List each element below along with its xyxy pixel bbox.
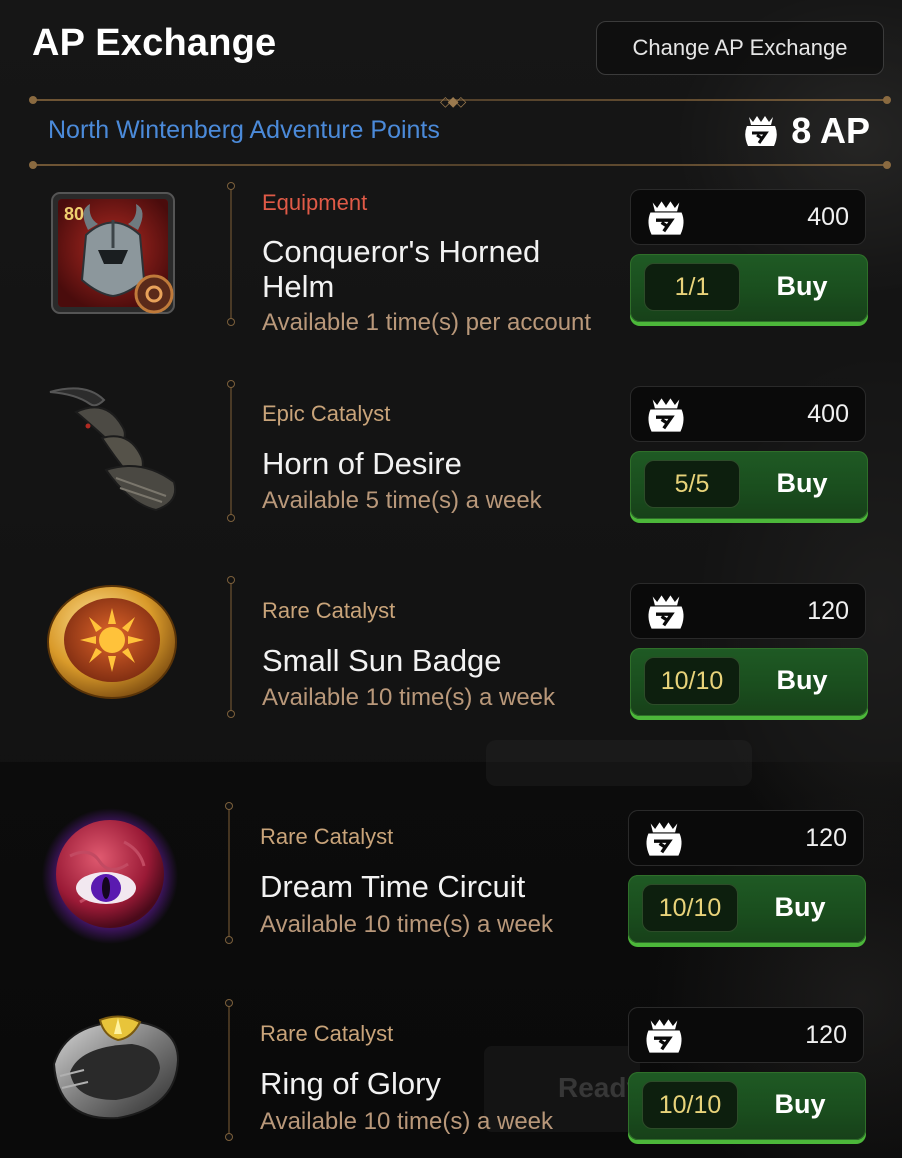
item-name: Ring of Glory bbox=[260, 1066, 441, 1101]
sun-badge-icon bbox=[44, 584, 177, 714]
item-availability: Available 10 time(s) a week bbox=[260, 911, 554, 938]
eye-orb-icon bbox=[40, 806, 178, 944]
ap-balance: 8 AP bbox=[741, 110, 870, 152]
item-price-value: 120 bbox=[805, 1021, 847, 1049]
buy-label: Buy bbox=[776, 468, 828, 498]
ap-pouch-icon bbox=[648, 595, 684, 629]
item-availability: Available 10 time(s) a week bbox=[260, 1108, 554, 1135]
background-panel bbox=[486, 740, 752, 786]
purchase-limit-counter: 1/1 bbox=[644, 263, 740, 311]
item-category: Epic Catalyst bbox=[262, 401, 391, 426]
divider-ornament: ◇◆◇ bbox=[440, 93, 466, 109]
item-category: Rare Catalyst bbox=[260, 1021, 394, 1046]
item-price: 120 bbox=[628, 1007, 864, 1063]
item-availability: Available 5 time(s) a week bbox=[262, 487, 542, 514]
buy-button[interactable]: 10/10 Buy bbox=[628, 1072, 866, 1140]
section-divider bbox=[29, 161, 891, 169]
purchase-limit-counter: 5/5 bbox=[644, 460, 740, 508]
item-name: Conqueror's Horned Helm bbox=[262, 234, 541, 304]
change-ap-exchange-button[interactable]: Change AP Exchange bbox=[596, 21, 884, 75]
item-price: 400 bbox=[630, 189, 866, 245]
item-separator bbox=[227, 576, 235, 718]
item-name: Dream Time Circuit bbox=[260, 869, 526, 904]
purchase-limit-counter: 10/10 bbox=[642, 1081, 738, 1129]
buy-button[interactable]: 1/1 Buy bbox=[630, 254, 868, 322]
purchase-limit-counter: 10/10 bbox=[644, 657, 740, 705]
item-price-value: 400 bbox=[807, 203, 849, 231]
buy-label: Buy bbox=[774, 1089, 826, 1119]
buy-label: Buy bbox=[776, 271, 828, 301]
item-separator bbox=[225, 802, 233, 944]
ap-pouch-icon bbox=[648, 398, 684, 432]
horned-helm-icon: 80 bbox=[48, 190, 178, 320]
item-availability: Available 10 time(s) a week bbox=[262, 684, 556, 711]
buy-button[interactable]: 5/5 Buy bbox=[630, 451, 868, 519]
purchase-limit-counter: 10/10 bbox=[642, 884, 738, 932]
item-price: 400 bbox=[630, 386, 866, 442]
item-price: 120 bbox=[630, 583, 866, 639]
item-name: Small Sun Badge bbox=[262, 643, 502, 678]
region-title: North Wintenberg Adventure Points bbox=[48, 116, 440, 144]
page-title: AP Exchange bbox=[32, 22, 277, 64]
ap-pouch-icon bbox=[646, 1019, 682, 1053]
ap-pouch-icon bbox=[648, 201, 684, 235]
item-separator bbox=[227, 380, 235, 522]
item-level-badge: 80 bbox=[64, 204, 84, 224]
item-category: Equipment bbox=[262, 190, 368, 215]
item-price-value: 400 bbox=[807, 400, 849, 428]
item-price-value: 120 bbox=[807, 597, 849, 625]
item-availability: Available 1 time(s) per account bbox=[262, 309, 592, 336]
ap-pouch-icon bbox=[646, 822, 682, 856]
buy-label: Buy bbox=[774, 892, 826, 922]
item-separator bbox=[225, 999, 233, 1141]
ap-pouch-icon bbox=[745, 116, 778, 146]
ap-balance-value: 8 AP bbox=[791, 110, 870, 151]
horn-icon bbox=[46, 378, 177, 512]
buy-label: Buy bbox=[776, 665, 828, 695]
item-separator bbox=[227, 182, 235, 326]
buy-button[interactable]: 10/10 Buy bbox=[630, 648, 868, 716]
buy-button[interactable]: 10/10 Buy bbox=[628, 875, 866, 943]
item-price-value: 120 bbox=[805, 824, 847, 852]
item-price: 120 bbox=[628, 810, 864, 866]
item-category: Rare Catalyst bbox=[262, 598, 396, 623]
item-category: Rare Catalyst bbox=[260, 824, 394, 849]
ring-icon bbox=[48, 1012, 180, 1142]
item-name: Horn of Desire bbox=[262, 446, 462, 481]
